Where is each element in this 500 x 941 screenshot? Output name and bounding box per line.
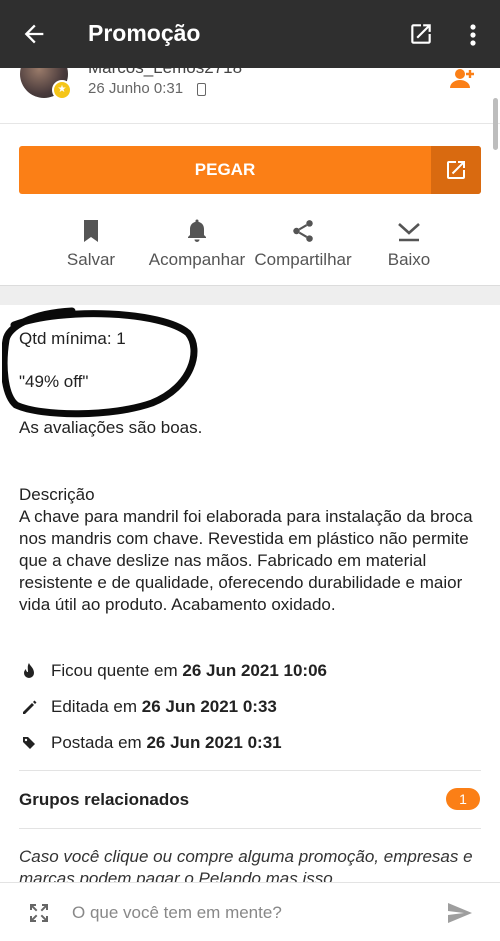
post-date: 26 Junho 0:31 <box>88 80 184 97</box>
share-button[interactable]: Compartilhar <box>243 212 363 282</box>
get-deal-button[interactable]: PEGAR <box>19 146 481 194</box>
edited-date: 26 Jun 2021 0:33 <box>141 697 277 716</box>
scrollbar[interactable] <box>493 98 498 150</box>
follow-user-icon[interactable] <box>448 68 476 90</box>
page-title: Promoção <box>88 20 201 46</box>
vote-down-button[interactable]: Baixo <box>349 212 469 282</box>
save-label: Salvar <box>66 250 116 269</box>
hand-drawn-circle-annotation <box>2 307 198 418</box>
bell-icon <box>188 219 206 242</box>
share-icon <box>293 220 313 242</box>
more-options-icon[interactable] <box>462 21 484 49</box>
description-body: A chave para mandril foi elaborada para … <box>19 507 473 614</box>
posted-row: Postada em 26 Jun 2021 0:31 <box>19 731 481 761</box>
share-label: Compartilhar <box>254 250 352 269</box>
posted-date: 26 Jun 2021 0:31 <box>146 733 282 752</box>
description-title: Descrição <box>19 485 95 504</box>
back-arrow-icon[interactable] <box>20 20 48 48</box>
tag-icon <box>23 737 35 749</box>
save-button[interactable]: Salvar <box>31 212 151 282</box>
edited-row: Editada em 26 Jun 2021 0:33 <box>19 695 481 725</box>
get-deal-label: PEGAR <box>194 160 256 179</box>
app-bar: Promoção <box>0 0 500 68</box>
bookmark-icon <box>84 220 98 242</box>
mobile-device-icon <box>197 83 206 96</box>
related-groups-title[interactable]: Grupos relacionados <box>19 790 189 810</box>
send-icon[interactable] <box>446 901 474 930</box>
open-deal-external-button[interactable] <box>431 146 481 194</box>
expand-icon[interactable] <box>27 901 51 930</box>
related-groups-count-badge: 1 <box>446 788 480 810</box>
open-external-icon[interactable] <box>408 21 434 47</box>
comment-composer: O que você tem em mente? <box>0 882 500 941</box>
section-divider <box>0 285 500 305</box>
description: Descrição A chave para mandril foi elabo… <box>19 484 481 616</box>
comment-input[interactable]: O que você tem em mente? <box>72 903 282 923</box>
hot-since-date: 26 Jun 2021 10:06 <box>182 661 327 680</box>
action-row: Salvar Acompanhar Compartilhar Baixo <box>0 212 500 282</box>
hot-since-prefix: Ficou quente em <box>51 661 178 680</box>
divider <box>19 828 481 829</box>
follow-deal-label: Acompanhar <box>148 250 246 269</box>
chevron-down-icon <box>398 223 420 242</box>
pencil-icon <box>23 700 37 714</box>
affiliate-disclaimer: Caso você clique ou compre alguma promoç… <box>19 847 473 882</box>
hot-since-row: Ficou quente em 26 Jun 2021 10:06 <box>19 659 481 689</box>
follow-deal-button[interactable]: Acompanhar <box>137 212 257 282</box>
level-badge-icon: ★ <box>52 80 72 100</box>
vote-down-label: Baixo <box>387 250 431 269</box>
divider <box>19 770 481 771</box>
flame-icon <box>24 663 34 678</box>
posted-prefix: Postada em <box>51 733 142 752</box>
post-author-row: ★ Marcos_Lemos2718 26 Junho 0:31 <box>0 68 500 124</box>
author-username[interactable]: Marcos_Lemos2718 <box>88 68 242 78</box>
open-external-icon <box>447 161 465 179</box>
edited-prefix: Editada em <box>51 697 137 716</box>
